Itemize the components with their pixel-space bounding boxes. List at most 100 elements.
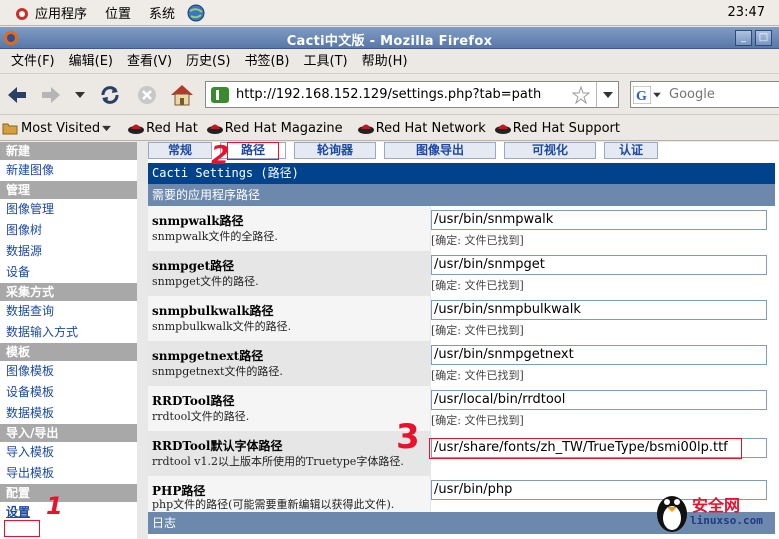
sidebar-item-graph-tree[interactable]: 图像树 <box>0 220 137 241</box>
chevron-down-icon <box>602 91 613 98</box>
globe-icon[interactable] <box>186 3 206 23</box>
snmpwalk-path-input[interactable]: /usr/bin/snmpwalk <box>431 210 767 230</box>
menu-history[interactable]: 历史(S) <box>179 50 237 74</box>
path-status: [确定: 文件已找到] <box>431 369 524 382</box>
path-status: [确定: 文件已找到] <box>431 414 524 427</box>
sidebar-item-new-graph[interactable]: 新建图像 <box>0 160 137 181</box>
search-engine-selector[interactable]: G <box>633 85 663 104</box>
sidebar-item-data-queries[interactable]: 数据查询 <box>0 301 137 322</box>
rrdtool-path-input[interactable]: /usr/local/bin/rrdtool <box>431 390 767 410</box>
cacti-sidebar: 新建 新建图像 管理 图像管理 图像树 数据源 设备 采集方式 数据查询 数据输… <box>0 142 137 539</box>
sidebar-item-data-input-methods[interactable]: 数据输入方式 <box>0 322 137 343</box>
top-panel: 应用程序 位置 系统 23:47 <box>0 0 779 26</box>
bookmark-red-hat-network[interactable]: Red Hat Network <box>355 116 490 141</box>
system-menu[interactable]: 系统 <box>140 0 184 26</box>
tab-general[interactable]: 常规 <box>148 142 212 159</box>
sidebar-header-new: 新建 <box>0 142 137 160</box>
sidebar-header-manage: 管理 <box>0 181 137 199</box>
window-titlebar[interactable]: Cacti中文版 - Mozilla Firefox _ □ <box>0 27 779 49</box>
menu-file[interactable]: 文件(F) <box>4 50 62 74</box>
sidebar-item-devices[interactable]: 设备 <box>0 262 137 283</box>
minimize-button[interactable]: _ <box>735 30 752 46</box>
clock[interactable]: 23:47 <box>728 5 765 20</box>
setting-description: php文件的路径(可能需要重新编辑以获得此文件). <box>152 498 395 511</box>
watermark-url: linuxso.com <box>690 514 763 527</box>
setting-description: snmpwalk文件的全路径. <box>152 230 278 243</box>
setting-value-cell: /usr/bin/snmpgetnext [确定: 文件已找到] <box>430 341 775 386</box>
bookmark-red-hat-support[interactable]: Red Hat Support <box>492 116 624 141</box>
setting-title: snmpget路径 <box>152 259 235 273</box>
most-visited-folder[interactable]: Most Visited <box>0 116 115 141</box>
annotation-number-1: 1 <box>46 492 63 520</box>
tab-visual[interactable]: 可视化 <box>504 142 596 159</box>
sidebar-item-graph-templates[interactable]: 图像模板 <box>0 361 137 382</box>
google-icon: G <box>633 85 651 104</box>
menu-help[interactable]: 帮助(H) <box>355 50 415 74</box>
reload-button[interactable] <box>97 83 123 107</box>
menu-edit[interactable]: 编辑(E) <box>62 50 120 74</box>
forward-button[interactable] <box>38 83 64 107</box>
system-label: 系统 <box>149 7 176 22</box>
annotation-number-3: 3 <box>396 417 420 457</box>
annotation-box-settings <box>4 520 40 537</box>
history-dropdown[interactable] <box>72 83 88 107</box>
bookmark-label: Red Hat <box>146 120 198 136</box>
search-box[interactable]: G <box>630 81 779 108</box>
tab-authentication[interactable]: 认证 <box>604 142 658 159</box>
tab-graph-export[interactable]: 图像导出 <box>384 142 496 159</box>
applications-label: 应用程序 <box>35 7 88 22</box>
sidebar-item-graph-management[interactable]: 图像管理 <box>0 199 137 220</box>
sidebar-item-host-templates[interactable]: 设备模板 <box>0 382 137 403</box>
navigation-toolbar: http://192.168.152.129/settings.php?tab=… <box>0 75 779 115</box>
tab-poller[interactable]: 轮询器 <box>294 142 376 159</box>
sidebar-item-import-templates[interactable]: 导入模板 <box>0 442 137 463</box>
menu-bookmarks[interactable]: 书签(B) <box>237 50 296 74</box>
penguin-logo-icon <box>657 496 687 532</box>
redhat-icon <box>494 124 511 134</box>
redhat-icon <box>128 124 145 134</box>
setting-row-snmpgetnext: snmpgetnext路径 snmpgetnext文件的路径. /usr/bin… <box>148 341 775 386</box>
places-menu[interactable]: 位置 <box>96 0 140 26</box>
bookmark-label: Red Hat Network <box>375 120 486 136</box>
svg-text:G: G <box>636 89 647 104</box>
bookmark-red-hat-magazine[interactable]: Red Hat Magazine <box>204 116 347 141</box>
gnome-foot-icon <box>16 7 28 20</box>
path-status: [确定: 文件已找到] <box>431 234 524 247</box>
stop-button[interactable] <box>134 83 160 107</box>
back-button[interactable] <box>4 83 30 107</box>
chevron-down-icon <box>75 92 85 98</box>
setting-row-rrdtool: RRDTool路径 rrdtool文件的路径. /usr/local/bin/r… <box>148 386 775 431</box>
bookmark-red-hat[interactable]: Red Hat <box>125 116 202 141</box>
setting-description: rrdtool v1.2以上版本所使用的Truetype字体路径. <box>152 455 404 468</box>
forward-arrow-icon <box>42 87 60 103</box>
setting-description: snmpgetnext文件的路径. <box>152 365 283 378</box>
snmpgetnext-path-input[interactable]: /usr/bin/snmpgetnext <box>431 345 767 365</box>
site-identity-icon[interactable] <box>210 86 230 104</box>
sidebar-header-templates: 模板 <box>0 343 137 361</box>
redhat-icon <box>357 124 374 134</box>
maximize-button[interactable]: □ <box>755 30 772 46</box>
sidebar-item-data-templates[interactable]: 数据模板 <box>0 403 137 424</box>
setting-value-cell: /usr/bin/snmpget [确定: 文件已找到] <box>430 251 775 296</box>
setting-row-snmpget: snmpget路径 snmpget文件的路径. /usr/bin/snmpget… <box>148 251 775 296</box>
setting-description: rrdtool文件的路径. <box>152 410 250 423</box>
bookmark-star-icon[interactable] <box>572 86 590 104</box>
sidebar-item-data-source[interactable]: 数据源 <box>0 241 137 262</box>
search-input[interactable] <box>669 85 779 104</box>
watermark: 安全网 linuxso.com <box>652 488 776 536</box>
chevron-down-icon <box>653 92 661 97</box>
redhat-icon <box>206 124 223 134</box>
bookmark-folder-icon <box>2 123 18 135</box>
url-dropdown-button[interactable] <box>596 82 618 107</box>
bookmarks-toolbar: Most Visited Red Hat Red Hat Magazine Re… <box>0 116 779 141</box>
setting-value-cell: /usr/local/bin/rrdtool [确定: 文件已找到] <box>430 386 775 431</box>
url-bar[interactable]: http://192.168.152.129/settings.php?tab=… <box>205 81 619 108</box>
sidebar-item-export-templates[interactable]: 导出模板 <box>0 463 137 484</box>
menu-tools[interactable]: 工具(T) <box>297 50 355 74</box>
page-content: 新建 新建图像 管理 图像管理 图像树 数据源 设备 采集方式 数据查询 数据输… <box>0 142 779 539</box>
snmpbulkwalk-path-input[interactable]: /usr/bin/snmpbulkwalk <box>431 300 767 320</box>
menu-view[interactable]: 查看(V) <box>120 50 179 74</box>
snmpget-path-input[interactable]: /usr/bin/snmpget <box>431 255 767 275</box>
home-button[interactable] <box>168 83 196 107</box>
applications-menu[interactable]: 应用程序 <box>4 0 96 26</box>
